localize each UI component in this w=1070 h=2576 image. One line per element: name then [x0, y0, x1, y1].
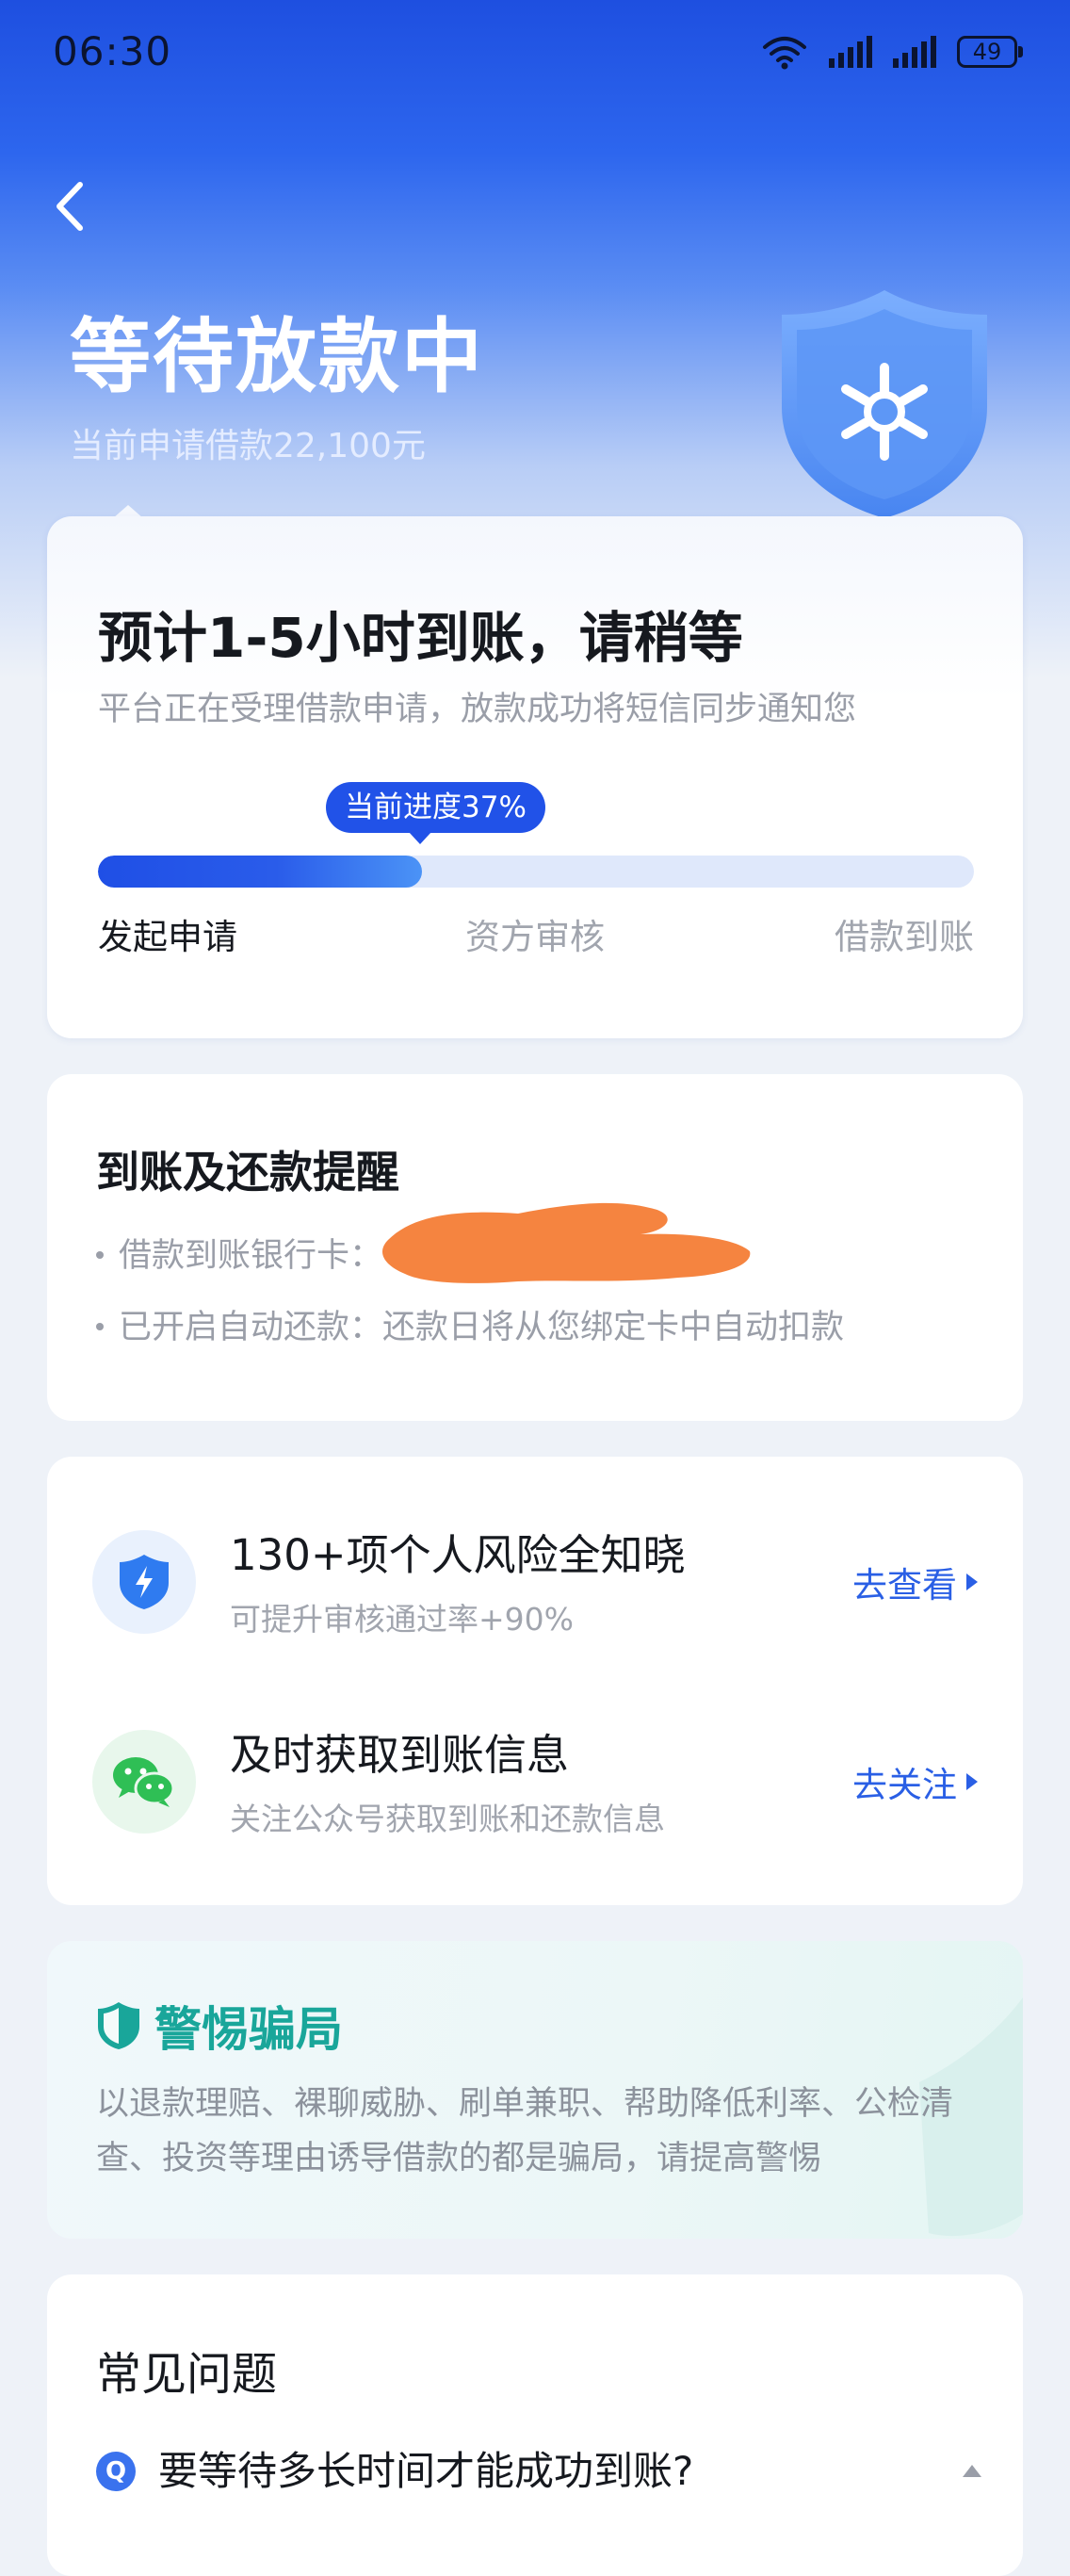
faq-question: 要等待多长时间才能成功到账? [158, 2448, 694, 2494]
progress-fill [98, 856, 423, 888]
services-card: 130+项个人风险全知晓 可提升审核通过率+90% 去查看 及时获取到账信息 关… [47, 1457, 1023, 1905]
status-icons: 49 [761, 34, 1023, 70]
signal-icon [829, 36, 872, 68]
follow-account-row[interactable]: 及时获取到账信息 关注公众号获取到账和还款信息 去关注 [47, 1704, 1023, 1873]
faq-card: 常见问题 Q 要等待多长时间才能成功到账? [47, 2274, 1023, 2576]
chevron-left-icon [57, 182, 83, 231]
step-disbursed: 借款到账 [835, 917, 974, 957]
reminder-card: 到账及还款提醒 借款到账银行卡： 已开启自动还款：还款日将从您绑定卡中自动扣款 [47, 1074, 1023, 1421]
shield-check-icon [98, 2002, 139, 2049]
redaction-mark [382, 1202, 751, 1283]
faq-title: 常见问题 [96, 2348, 278, 2401]
status-time: 06:30 [53, 28, 172, 74]
warning-title: 警惕骗局 [154, 2002, 343, 2057]
follow-button[interactable]: 去关注 [852, 1756, 978, 1807]
reminder-auto-repay: 已开启自动还款：还款日将从您绑定卡中自动扣款 [96, 1300, 844, 1348]
page-title: 等待放款中 [70, 310, 484, 404]
back-button[interactable] [41, 173, 98, 239]
caret-up-icon[interactable] [963, 2465, 981, 2477]
reminder-title: 到账及还款提醒 [96, 1147, 399, 1198]
progress-bar [98, 856, 974, 888]
faq-item[interactable]: Q 要等待多长时间才能成功到账? [96, 2440, 981, 2506]
lightning-shield-icon [92, 1530, 196, 1634]
progress-description: 平台正在受理借款申请，放款成功将短信同步通知您 [98, 691, 857, 728]
step-apply: 发起申请 [98, 917, 237, 957]
signal-icon [893, 36, 936, 68]
caret-right-icon [966, 1773, 978, 1790]
follow-account-title: 及时获取到账信息 [230, 1730, 570, 1780]
status-bar: 06:30 49 [0, 0, 1070, 113]
reminder-bank-card: 借款到账银行卡： [96, 1229, 382, 1277]
progress-card: 预计1-5小时到账，请稍等 平台正在受理借款申请，放款成功将短信同步通知您 当前… [47, 516, 1023, 1038]
risk-report-row[interactable]: 130+项个人风险全知晓 可提升审核通过率+90% 去查看 [47, 1504, 1023, 1673]
caret-right-icon [966, 1573, 978, 1590]
wifi-icon [763, 37, 806, 70]
warning-body: 以退款理赔、裸聊威胁、刷单兼职、帮助降低利率、公检清查、投资等理由诱导借款的都是… [96, 2085, 954, 2177]
progress-tooltip: 当前进度37% [326, 782, 545, 844]
fraud-warning-card: 警惕骗局 以退款理赔、裸聊威胁、刷单兼职、帮助降低利率、公检清查、投资等理由诱导… [47, 1941, 1023, 2239]
reminder-bank-card-text: 借款到账银行卡： [119, 1237, 383, 1275]
view-risk-label: 去查看 [852, 1565, 957, 1606]
loan-amount-subtitle: 当前申请借款22,100元 [70, 427, 426, 465]
bullet [96, 1251, 104, 1259]
follow-account-subtitle: 关注公众号获取到账和还款信息 [230, 1801, 665, 1837]
risk-report-title: 130+项个人风险全知晓 [230, 1530, 686, 1580]
question-badge-icon: Q [96, 2452, 136, 2491]
step-review: 资方审核 [465, 917, 605, 957]
reminder-auto-repay-text: 已开启自动还款：还款日将从您绑定卡中自动扣款 [119, 1309, 845, 1346]
view-risk-button[interactable]: 去查看 [852, 1557, 978, 1607]
follow-label: 去关注 [852, 1765, 957, 1805]
shield-snowflake-icon [782, 290, 987, 518]
progress-title: 预计1-5小时到账，请稍等 [98, 606, 743, 670]
risk-report-subtitle: 可提升审核通过率+90% [230, 1601, 574, 1638]
wechat-icon [92, 1730, 196, 1834]
bullet [96, 1323, 104, 1330]
battery-icon: 49 [957, 36, 1023, 68]
warning-heading: 警惕骗局 [96, 1992, 343, 2060]
